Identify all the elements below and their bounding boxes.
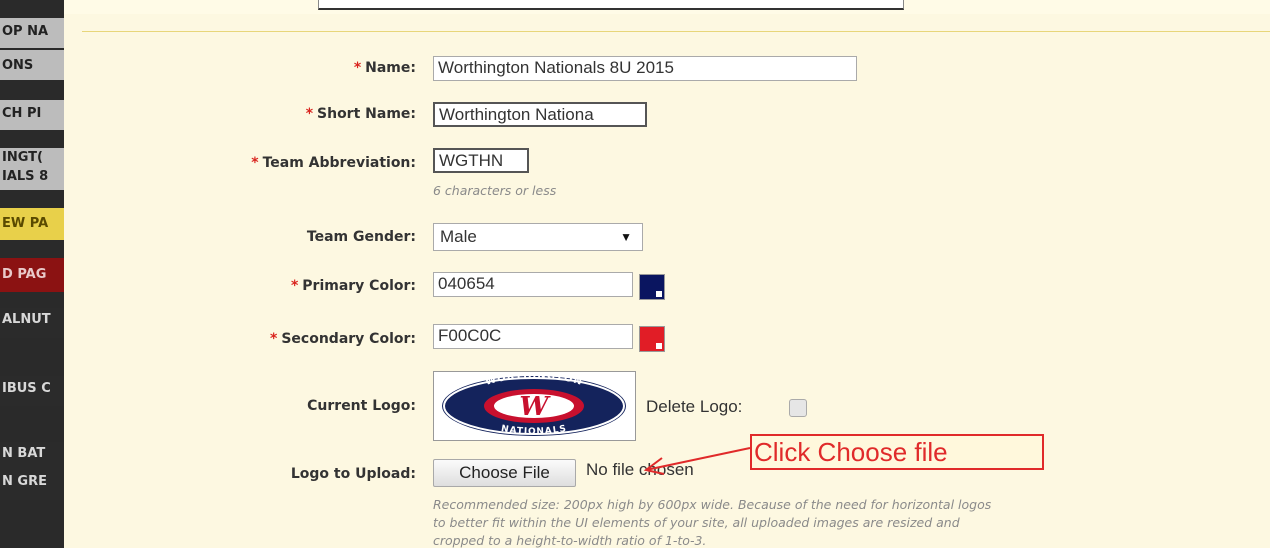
- required-star: *: [353, 60, 362, 76]
- team-gender-select[interactable]: Male ▼: [433, 223, 643, 251]
- sidebar-item-new-page[interactable]: EW PA: [0, 208, 64, 240]
- hint-line-3: cropped to a height-to-width ratio of 1-…: [433, 533, 707, 548]
- instruction-callout: Click Choose file: [750, 434, 1044, 470]
- required-star: *: [270, 331, 278, 347]
- nationals-logo-icon: W WORTHINGTON NATIONALS: [442, 370, 626, 437]
- delete-logo-label: Delete Logo:: [646, 397, 743, 416]
- sidebar-item-green[interactable]: N GRE: [0, 470, 64, 500]
- swatch-corner-icon: [656, 343, 662, 349]
- swatch-corner-icon: [656, 291, 662, 297]
- short-name-label: * Short Name:: [305, 106, 416, 122]
- sidebar-item-label: CH PI: [2, 106, 42, 121]
- logo-upload-label: Logo to Upload:: [290, 466, 416, 482]
- short-name-input[interactable]: Worthington Nationa: [433, 102, 647, 127]
- team-gender-value: Male: [440, 227, 477, 246]
- callout-arrow-icon: [643, 447, 751, 475]
- primary-color-input[interactable]: 040654: [433, 272, 633, 297]
- team-gender-label: Team Gender:: [306, 229, 416, 245]
- sidebar-item-label: N GRE: [2, 474, 47, 489]
- delete-logo-checkbox[interactable]: [789, 399, 807, 417]
- team-abbreviation-label: * Team Abbreviation:: [251, 155, 416, 171]
- hint-line-1: Recommended size: 200px high by 600px wi…: [433, 497, 992, 512]
- logo-upload-hint: Recommended size: 200px high by 600px wi…: [433, 496, 1263, 550]
- sidebar-item-label: IBUS C: [2, 381, 51, 396]
- primary-color-swatch[interactable]: [639, 274, 665, 300]
- svg-text:W: W: [519, 392, 551, 422]
- sidebar-item-label: EW PA: [2, 216, 49, 231]
- section-divider: [82, 31, 1270, 32]
- cut-off-input[interactable]: [318, 0, 904, 10]
- sidebar-item-label: INGT(: [2, 150, 43, 165]
- required-star: *: [305, 106, 314, 122]
- current-logo-image: W WORTHINGTON NATIONALS: [433, 370, 636, 441]
- sidebar-item-label: N BAT: [2, 446, 46, 461]
- primary-color-label: * Primary Color:: [290, 278, 416, 294]
- sidebar-item-label-2: IALS 8: [2, 169, 49, 184]
- required-star: *: [290, 278, 299, 294]
- sidebar-item-label: ALNUT: [2, 312, 51, 327]
- sidebar-item-batters[interactable]: N BAT: [0, 442, 64, 470]
- hint-line-2: to better fit within the UI elements of …: [433, 515, 960, 530]
- sidebar-item-columbus[interactable]: IBUS C: [0, 376, 64, 406]
- sidebar-item-options[interactable]: ONS: [0, 50, 64, 80]
- name-label: * Name:: [353, 60, 416, 76]
- sidebar-item-pitch[interactable]: CH PI: [0, 100, 64, 130]
- sidebar-item-add-page[interactable]: D PAG: [0, 258, 64, 292]
- secondary-color-label: * Secondary Color:: [270, 331, 416, 347]
- required-star: *: [251, 155, 259, 171]
- choose-file-button[interactable]: Choose File: [433, 459, 576, 487]
- sidebar-item-label: D PAG: [2, 267, 47, 282]
- secondary-color-swatch[interactable]: [639, 326, 665, 352]
- name-input[interactable]: Worthington Nationals 8U 2015: [433, 56, 857, 81]
- left-sidebar: OP NA ONS CH PI INGT( IALS 8 EW PA D PAG…: [0, 0, 64, 548]
- team-settings-form: * Name: Worthington Nationals 8U 2015 * Sh…: [64, 0, 1270, 548]
- secondary-color-input[interactable]: F00C0C: [433, 324, 633, 349]
- team-abbreviation-input[interactable]: WGTHN: [433, 148, 529, 173]
- sidebar-item-label: ONS: [2, 58, 34, 73]
- sidebar-item-team[interactable]: INGT( IALS 8: [0, 148, 64, 190]
- abbreviation-hint: 6 characters or less: [433, 183, 557, 198]
- current-logo-label: Current Logo:: [307, 398, 416, 414]
- sidebar-item-walnut[interactable]: ALNUT: [0, 308, 64, 338]
- sidebar-item-top-nav[interactable]: OP NA: [0, 18, 64, 48]
- sidebar-item-label: OP NA: [2, 24, 49, 39]
- dropdown-arrow-icon: ▼: [620, 230, 632, 244]
